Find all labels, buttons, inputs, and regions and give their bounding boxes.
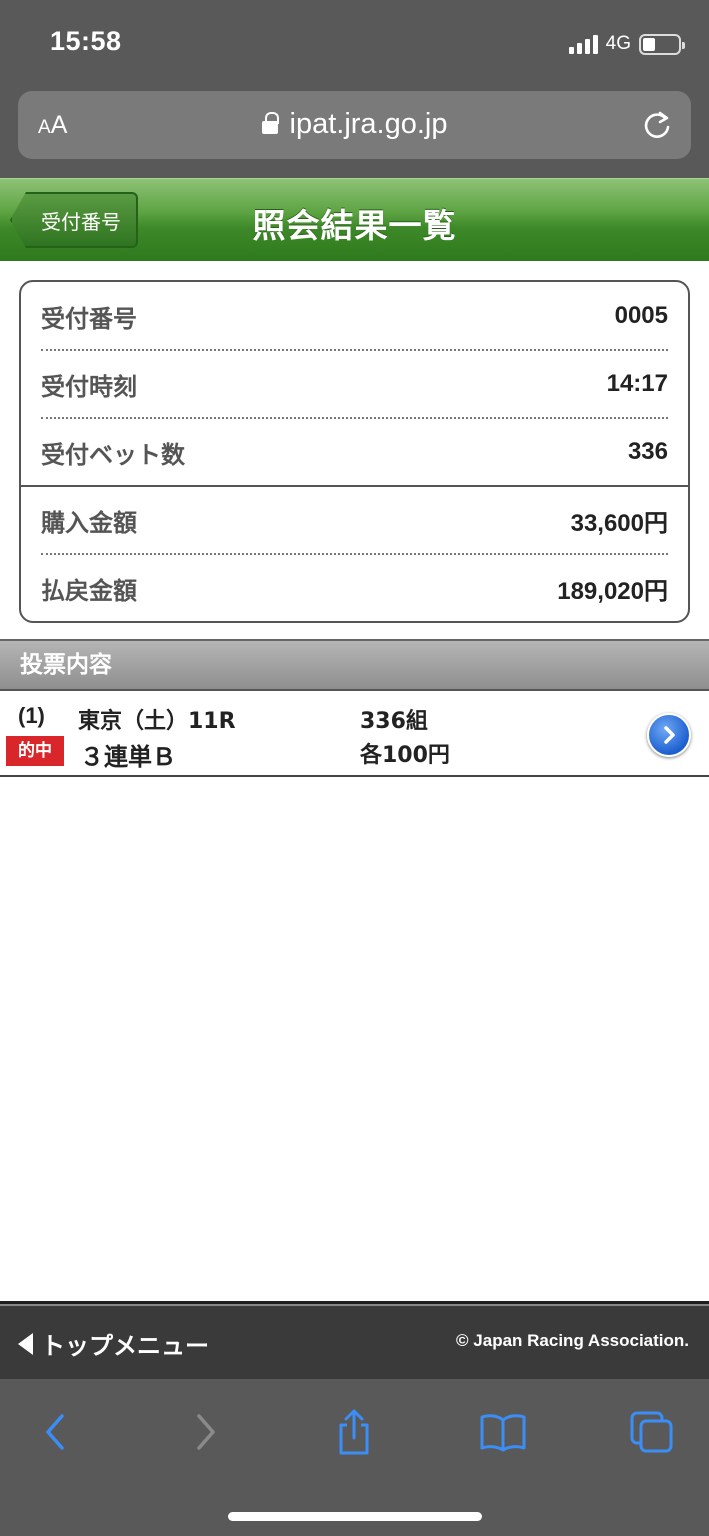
vote-amount: 各100円 bbox=[360, 743, 450, 768]
home-indicator[interactable] bbox=[228, 1512, 482, 1521]
bet-count-row: 受付ベット数 336 bbox=[41, 418, 668, 486]
payout-amount-value: 189,020円 bbox=[557, 577, 668, 605]
tabs-icon bbox=[630, 1411, 673, 1453]
top-menu-link[interactable]: トップメニュー bbox=[18, 1326, 209, 1361]
reception-time-value: 14:17 bbox=[606, 370, 668, 397]
payout-amount-row: 払戻金額 189,020円 bbox=[41, 554, 668, 621]
share-button[interactable] bbox=[329, 1407, 379, 1457]
page-footer: トップメニュー © Japan Racing Association. bbox=[0, 1301, 709, 1379]
reception-time-label: 受付時刻 bbox=[41, 372, 137, 401]
browser-top-chrome: 15:58 4G AA ipat.jra.go.jp bbox=[0, 0, 709, 178]
chevron-right-icon bbox=[664, 726, 675, 744]
payout-amount-label: 払戻金額 bbox=[41, 576, 137, 605]
bet-count-label: 受付ベット数 bbox=[41, 440, 185, 469]
vote-number: (1) bbox=[18, 703, 45, 728]
tabs-button[interactable] bbox=[627, 1407, 677, 1457]
detail-button[interactable] bbox=[647, 713, 691, 757]
status-indicators: 4G bbox=[568, 30, 685, 58]
vote-bet-type: ３連単Ｂ bbox=[80, 743, 176, 771]
signal-icon bbox=[568, 34, 598, 54]
hit-badge: 的中 bbox=[6, 736, 64, 766]
browser-forward-button[interactable] bbox=[181, 1407, 231, 1457]
share-icon bbox=[339, 1409, 369, 1455]
vote-list-item[interactable]: (1) 東京（土）11R 336組 的中 ３連単Ｂ 各100円 bbox=[0, 691, 709, 777]
address-bar[interactable]: AA ipat.jra.go.jp bbox=[18, 91, 691, 159]
section-header: 投票内容 bbox=[0, 639, 709, 691]
vote-combinations: 336組 bbox=[360, 709, 428, 734]
reception-number-label: 受付番号 bbox=[41, 304, 137, 333]
status-time: 15:58 bbox=[50, 26, 122, 56]
divider bbox=[0, 1304, 709, 1306]
top-menu-label: トップメニュー bbox=[41, 1332, 209, 1360]
page-title: 照会結果一覧 bbox=[252, 206, 457, 245]
purchase-amount-value: 33,600円 bbox=[570, 509, 668, 537]
url-display[interactable]: ipat.jra.go.jp bbox=[18, 108, 691, 141]
reception-summary-card: 受付番号 0005 受付時刻 14:17 受付ベット数 336 購入金額 33,… bbox=[19, 280, 690, 623]
network-type: 4G bbox=[605, 33, 631, 54]
bet-count-value: 336 bbox=[627, 438, 668, 465]
reload-icon[interactable] bbox=[641, 109, 673, 141]
chevron-right-icon bbox=[197, 1414, 215, 1450]
triangle-left-icon bbox=[18, 1332, 33, 1355]
copyright-text: © Japan Racing Association. bbox=[456, 1331, 689, 1350]
vote-race: 東京（土）11R bbox=[78, 709, 236, 734]
book-icon bbox=[480, 1414, 526, 1452]
reception-number-row: 受付番号 0005 bbox=[41, 282, 668, 350]
bookmarks-button[interactable] bbox=[478, 1407, 528, 1457]
reception-number-value: 0005 bbox=[614, 302, 668, 329]
url-text: ipat.jra.go.jp bbox=[289, 108, 448, 140]
purchase-amount-label: 購入金額 bbox=[41, 508, 137, 537]
purchase-amount-row: 購入金額 33,600円 bbox=[41, 486, 668, 554]
lock-icon bbox=[261, 112, 279, 134]
browser-back-button[interactable] bbox=[30, 1407, 80, 1457]
reception-time-row: 受付時刻 14:17 bbox=[41, 350, 668, 418]
app-header: 受付番号 照会結果一覧 bbox=[0, 178, 709, 261]
battery-icon bbox=[639, 33, 685, 55]
chevron-left-icon bbox=[46, 1414, 64, 1450]
